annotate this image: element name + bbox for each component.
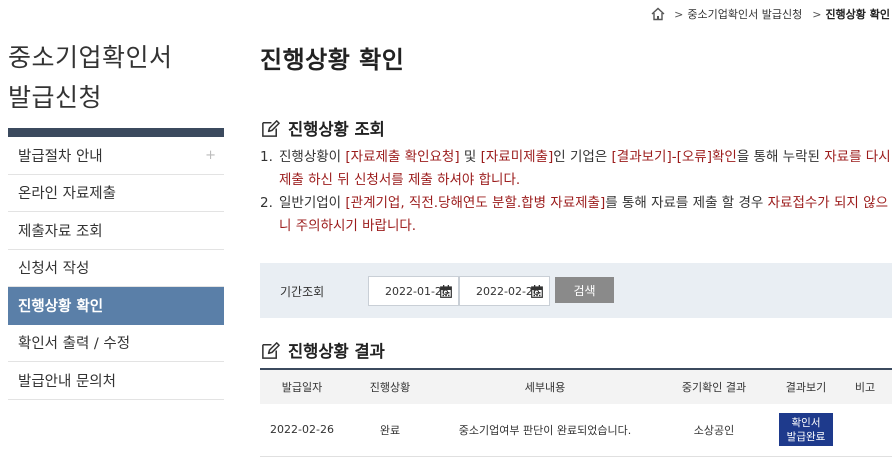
result-section-title: 진행상황 결과 [288, 342, 385, 361]
column-header: 발급일자 [281, 381, 323, 394]
notice-text: 일반기업이 [관계기업, 직전.당해연도 분할.합병 자료제출]를 통해 자료를… [279, 195, 888, 234]
column-header: 세부내용 [524, 381, 566, 394]
view-result-button[interactable]: 확인서 발급완료 [779, 413, 833, 447]
edit-icon [262, 119, 280, 137]
sidebar-title: 중소기업확인서 발급신청 [8, 38, 173, 118]
edit-icon [262, 341, 280, 359]
detail-cell: 중소기업여부 판단이 완료되었습니다. [458, 423, 632, 437]
sidebar-item-label: 신청서 작성 [18, 261, 90, 278]
sidebar-item-progress[interactable]: 진행상황 확인 [8, 287, 224, 325]
issue-date-cell: 2022-02-26 [270, 423, 334, 437]
sidebar-item-label: 진행상황 확인 [18, 298, 104, 315]
start-date-input[interactable]: 2022-01-26 [368, 276, 459, 306]
query-section-title: 진행상황 조회 [288, 120, 385, 139]
breadcrumb: > 중소기업확인서 발급신청 > 진행상황 확인 [650, 4, 890, 24]
chevron-right-icon: > [674, 7, 684, 21]
column-header: 중기확인 결과 [681, 381, 747, 394]
notice-number: 2. [260, 195, 273, 211]
column-header: 진행상황 [369, 381, 411, 394]
sidebar-item-print[interactable]: 확인서 출력 / 수정 [8, 325, 224, 362]
column-header: 비고 [854, 381, 876, 394]
breadcrumb-item[interactable]: 중소기업확인서 발급신청 [687, 6, 802, 22]
notice-number: 1. [260, 149, 273, 165]
home-icon[interactable] [650, 6, 666, 22]
sidebar-item-label: 제출자료 조회 [18, 223, 103, 240]
sidebar-title-line1: 중소기업확인서 [8, 43, 173, 72]
sidebar-item-label: 발급안내 문의처 [18, 373, 116, 390]
sidebar-item-contact[interactable]: 발급안내 문의처 [8, 362, 224, 400]
calendar-icon[interactable] [531, 285, 543, 298]
sidebar-divider [8, 128, 224, 137]
result-cell: 소상공인 [693, 423, 735, 437]
notice-text: 진행상황이 [자료제출 확인요청] 및 [자료미제출]인 기업은 [결과보기]-… [279, 149, 891, 188]
sidebar-title-line2: 발급신청 [8, 83, 103, 112]
breadcrumb-current: 진행상황 확인 [825, 8, 890, 21]
table-header-row: 발급일자 진행상황 세부내용 중기확인 결과 결과보기 비고 [260, 369, 892, 404]
sidebar-item-submitted-lookup[interactable]: 제출자료 조회 [8, 212, 224, 250]
sidebar-item-online-submit[interactable]: 온라인 자료제출 [8, 175, 224, 212]
notice-item: 1. 진행상황이 [자료제출 확인요청] 및 [자료미제출]인 기업은 [결과보… [260, 146, 894, 192]
end-date-input[interactable]: 2022-02-26 [459, 276, 550, 306]
search-button[interactable]: 검색 [555, 277, 614, 303]
table-header: 발급일자 진행상황 세부내용 중기확인 결과 결과보기 비고 [260, 369, 892, 404]
column-header: 결과보기 [785, 381, 827, 394]
period-search-panel: 기간조회 2022-01-26 2022-02-26 검색 [260, 263, 892, 318]
sidebar-item-label: 온라인 자료제출 [18, 186, 116, 203]
chevron-right-icon: > [812, 7, 822, 21]
query-section-heading: 진행상황 조회 [260, 116, 385, 140]
page-title: 진행상황 확인 [260, 46, 405, 74]
view-result-cell: 확인서 발급완료 [774, 404, 838, 456]
notice-item: 2. 일반기업이 [관계기업, 직전.당해연도 분할.합병 자료제출]를 통해 … [260, 192, 894, 238]
sidebar-menu: 발급절차 안내 + 온라인 자료제출 제출자료 조회 신청서 작성 진행상황 확… [8, 137, 224, 400]
notice-list: 1. 진행상황이 [자료제출 확인요청] 및 [자료미제출]인 기업은 [결과보… [260, 146, 894, 238]
result-section-heading: 진행상황 결과 [260, 338, 385, 362]
table-row: 2022-02-26 완료 중소기업여부 판단이 완료되었습니다. 소상공인 확… [260, 404, 892, 456]
status-cell: 완료 [379, 423, 401, 437]
calendar-icon[interactable] [440, 285, 452, 298]
result-table: 발급일자 진행상황 세부내용 중기확인 결과 결과보기 비고 2022-02-2… [260, 368, 892, 457]
view-result-line1: 확인서 [791, 417, 821, 430]
sidebar-item-application[interactable]: 신청서 작성 [8, 250, 224, 287]
sidebar-item-label: 발급절차 안내 [18, 148, 103, 165]
sidebar-item-procedure[interactable]: 발급절차 안내 + [8, 137, 224, 175]
view-result-line2: 발급완료 [786, 431, 826, 444]
period-label: 기간조회 [280, 285, 325, 299]
note-cell [838, 404, 892, 456]
sidebar-item-label: 확인서 출력 / 수정 [18, 336, 131, 353]
plus-icon[interactable]: + [205, 148, 216, 163]
